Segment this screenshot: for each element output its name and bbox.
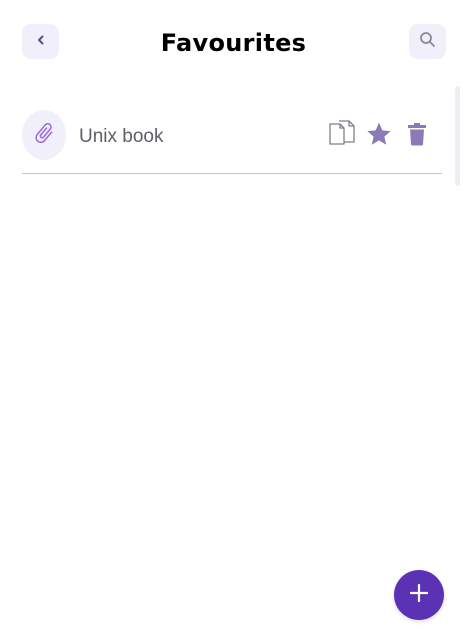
add-favourite-button[interactable] xyxy=(394,570,444,620)
favourite-list-item[interactable]: Unix book xyxy=(22,108,442,174)
favourites-screen: Favourites Unix book xyxy=(0,0,467,640)
search-button[interactable] xyxy=(409,24,446,59)
delete-icon[interactable] xyxy=(405,120,429,148)
item-avatar xyxy=(22,110,66,160)
plus-icon xyxy=(409,583,429,608)
search-icon xyxy=(419,31,436,53)
page-title: Favourites xyxy=(160,29,307,57)
item-label: Unix book xyxy=(79,126,164,147)
paperclip-icon xyxy=(32,121,56,150)
star-icon[interactable] xyxy=(365,120,393,148)
copy-icon[interactable] xyxy=(327,120,357,148)
scrollbar[interactable] xyxy=(455,86,460,186)
